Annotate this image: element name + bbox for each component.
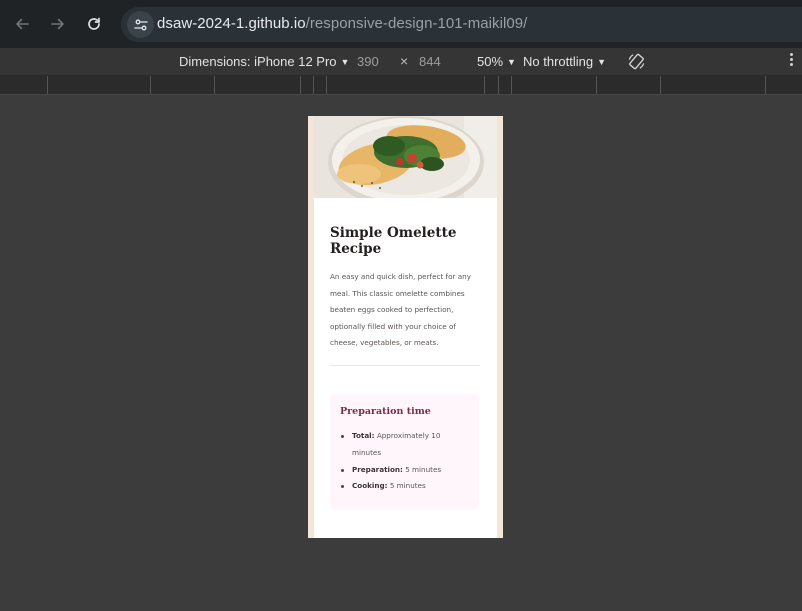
reload-icon xyxy=(88,17,100,30)
ruler-tick[interactable] xyxy=(498,76,499,94)
caret-down-icon: ▼ xyxy=(597,57,607,67)
media-query-ruler xyxy=(0,76,802,95)
browser-toolbar: dsaw-2024-1.github.io/responsive-design-… xyxy=(0,0,802,48)
list-item: Cooking: 5 minutes xyxy=(340,478,468,495)
preparation-list: Total: Approximately 10 minutes Preparat… xyxy=(340,428,468,495)
caret-down-icon: ▼ xyxy=(507,57,516,67)
omelette-photo xyxy=(314,116,497,198)
ruler-tick[interactable] xyxy=(596,76,597,94)
height-input[interactable]: 844 xyxy=(419,54,441,69)
ruler-tick[interactable] xyxy=(660,76,661,94)
omelette-image xyxy=(314,116,497,198)
ruler-tick[interactable] xyxy=(47,76,48,94)
ruler-tick[interactable] xyxy=(300,76,301,94)
recipe-description: An easy and quick dish, perfect for any … xyxy=(330,272,471,347)
prep-item-label: Cooking: xyxy=(352,481,388,491)
recipe-card: Simple Omelette Recipe An easy and quick… xyxy=(314,198,497,538)
ruler-tick[interactable] xyxy=(765,76,766,94)
zoom-dropdown[interactable]: 50% ▼ xyxy=(477,54,516,69)
reload-button[interactable] xyxy=(82,12,106,36)
list-item: Preparation: 5 minutes xyxy=(340,462,468,479)
url-host: dsaw-2024-1.github.io xyxy=(157,15,306,32)
ruler-tick[interactable] xyxy=(214,76,215,94)
divider xyxy=(330,365,480,366)
device-toolbar: Dimensions: iPhone 12 Pro ▼ 390 × 844 50%… xyxy=(0,48,802,76)
address-bar[interactable]: dsaw-2024-1.github.io/responsive-design-… xyxy=(121,7,802,42)
more-options-icon[interactable] xyxy=(790,53,794,68)
prep-item-value: 5 minutes xyxy=(405,464,442,474)
throttling-label: No throttling xyxy=(523,54,594,69)
device-viewport: Simple Omelette Recipe An easy and quick… xyxy=(308,116,503,538)
prep-item-label: Preparation: xyxy=(352,464,403,474)
forward-button[interactable] xyxy=(46,12,70,36)
site-info-button[interactable] xyxy=(127,11,154,38)
url-text[interactable]: dsaw-2024-1.github.io/responsive-design-… xyxy=(157,15,527,32)
rotate-icon xyxy=(628,53,645,70)
width-input[interactable]: 390 xyxy=(357,54,379,69)
ruler-tick[interactable] xyxy=(484,76,485,94)
prep-item-value: 5 minutes xyxy=(389,481,426,491)
throttling-dropdown[interactable]: No throttling ▼ xyxy=(523,54,606,69)
tune-icon xyxy=(133,19,148,30)
dimensions-label: Dimensions: iPhone 12 Pro xyxy=(179,54,337,69)
rotate-button[interactable] xyxy=(627,52,646,74)
back-button[interactable] xyxy=(10,12,34,36)
prep-item-label: Total: xyxy=(352,431,375,440)
ruler-tick[interactable] xyxy=(326,76,327,94)
arrow-left-icon xyxy=(16,18,29,30)
ruler-tick[interactable] xyxy=(150,76,151,94)
arrow-right-icon xyxy=(51,18,64,30)
caret-down-icon: ▼ xyxy=(340,57,350,67)
dimensions-dropdown[interactable]: Dimensions: iPhone 12 Pro ▼ xyxy=(179,54,349,69)
recipe-title: Simple Omelette Recipe xyxy=(330,225,457,257)
url-path: /responsive-design-101-maikil09/ xyxy=(305,15,528,32)
preparation-title: Preparation time xyxy=(340,406,431,417)
preparation-box: Preparation time Total: Approximately 10… xyxy=(330,394,479,510)
ruler-tick[interactable] xyxy=(313,76,314,94)
times-icon: × xyxy=(400,53,409,69)
list-item: Total: Approximately 10 minutes xyxy=(340,428,468,462)
ruler-tick[interactable] xyxy=(511,76,512,94)
zoom-label: 50% xyxy=(477,54,504,69)
